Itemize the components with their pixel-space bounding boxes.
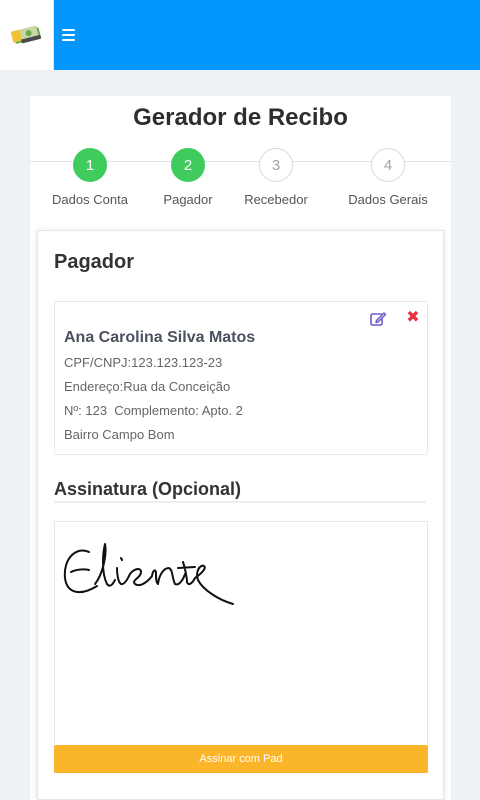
signature-divider xyxy=(54,501,426,503)
payer-district: Bairro Campo Bom xyxy=(64,427,175,442)
payer-name: Ana Carolina Silva Matos xyxy=(64,329,256,346)
signature-heading: Assinatura (Opcional) xyxy=(54,479,242,499)
step-number: 3 xyxy=(259,148,293,182)
signature-pad[interactable] xyxy=(54,521,428,773)
step-label: Dados Gerais xyxy=(348,192,428,207)
step-number: 1 xyxy=(73,148,107,182)
step-label: Dados Conta xyxy=(52,192,128,207)
payer-section-heading: Pagador xyxy=(54,251,135,273)
hamburger-menu-icon[interactable] xyxy=(62,26,78,44)
step-number: 2 xyxy=(171,148,205,182)
edit-icon[interactable] xyxy=(369,310,387,328)
step-dados-gerais[interactable]: 4 Dados Gerais xyxy=(333,148,443,207)
handwritten-signature xyxy=(63,543,234,605)
payer-document: CPF/CNPJ:123.123.123-23 xyxy=(64,355,223,370)
page-title: Gerador de Recibo xyxy=(133,104,348,131)
money-logo-icon xyxy=(10,25,41,44)
step-dados-conta[interactable]: 1 Dados Conta xyxy=(35,148,145,207)
step-recebedor[interactable]: 3 Recebedor xyxy=(221,148,331,207)
step-label: Recebedor xyxy=(244,192,308,207)
wizard-stepper: 1 Dados Conta 2 Pagador 3 Recebedor 4 Da… xyxy=(30,148,451,228)
form-panel: Pagador ✖ Ana Carolina Silva Matos CPF/C… xyxy=(37,230,444,800)
payer-card: ✖ Ana Carolina Silva Matos CPF/CNPJ:123.… xyxy=(54,301,428,455)
delete-x-icon[interactable]: ✖ xyxy=(405,309,421,327)
top-app-bar xyxy=(0,0,480,70)
app-logo[interactable] xyxy=(0,0,54,70)
step-number: 4 xyxy=(371,148,405,182)
payer-address: Endereço:Rua da Conceição xyxy=(64,379,231,394)
sign-with-pad-button[interactable]: Assinar com Pad xyxy=(54,745,428,773)
content-card: Gerador de Recibo 1 Dados Conta 2 Pagado… xyxy=(30,96,451,800)
payer-number-complement: Nº: 123 Complemento: Apto. 2 xyxy=(64,403,243,418)
